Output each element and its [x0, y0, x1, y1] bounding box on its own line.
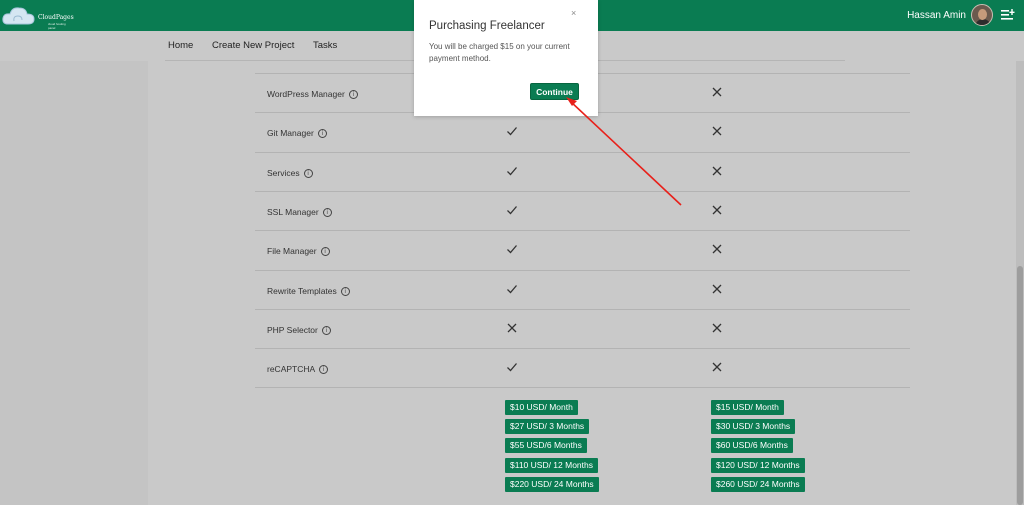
- modal-title: Purchasing Freelancer: [429, 20, 545, 32]
- avatar-face: [978, 9, 987, 20]
- feature-label: WordPress Manager: [267, 89, 345, 99]
- check-icon: [506, 283, 518, 295]
- check-icon: [506, 165, 518, 177]
- left-panel: [0, 61, 148, 505]
- nav-tasks[interactable]: Tasks: [313, 40, 337, 51]
- check-icon: [506, 243, 518, 255]
- feature-name: Git Manager i: [267, 128, 327, 139]
- plan2-price-button[interactable]: $120 USD/ 12 Months: [711, 457, 805, 473]
- check-icon: [506, 125, 518, 137]
- plan1-price-button[interactable]: $110 USD/ 12 Months: [505, 457, 598, 473]
- table-row-divider: [255, 387, 910, 389]
- feature-name: Services i: [267, 168, 313, 178]
- table-row: SSL Manager i: [255, 190, 910, 230]
- feature-label: File Manager: [267, 246, 317, 257]
- feature-name: SSL Manager i: [267, 207, 332, 217]
- logo[interactable]: CloudPages cloud hosting panel: [2, 4, 74, 30]
- table-row: PHP Selector i: [255, 308, 910, 348]
- nav-create-project[interactable]: Create New Project: [212, 40, 294, 51]
- cross-icon: [711, 86, 723, 98]
- nav-home[interactable]: Home: [168, 40, 193, 51]
- avatar[interactable]: [971, 4, 993, 26]
- info-icon[interactable]: i: [321, 325, 331, 335]
- main-content: WordPress Manager i Git Manager i Services i S…: [148, 61, 1016, 505]
- plan1-price-button[interactable]: $55 USD/6 Months: [505, 438, 587, 454]
- info-icon[interactable]: i: [317, 129, 327, 139]
- feature-label: reCAPTCHA: [267, 364, 316, 375]
- plan2-price-button[interactable]: $60 USD/6 Months: [711, 438, 793, 454]
- plan2-price-button[interactable]: $30 USD/ 3 Months: [711, 419, 796, 435]
- plan1-price-button[interactable]: $27 USD/ 3 Months: [505, 419, 590, 435]
- cloud-icon: [2, 7, 35, 25]
- feature-name: Rewrite Templates i: [267, 286, 350, 296]
- cross-icon: [711, 125, 723, 137]
- close-icon[interactable]: ×: [571, 8, 576, 18]
- logo-text: CloudPages: [38, 14, 74, 21]
- cross-icon: [711, 361, 723, 373]
- purchase-modal: Purchasing Freelancer × You will be char…: [414, 0, 598, 116]
- modal-body: You will be charged $15 on your current …: [429, 42, 570, 63]
- feature-name: PHP Selector i: [267, 325, 331, 335]
- continue-button[interactable]: Continue: [530, 83, 579, 100]
- table-row: File Manager i: [255, 230, 910, 269]
- info-icon[interactable]: i: [319, 365, 329, 375]
- cross-icon: [711, 165, 723, 177]
- feature-label: Services: [267, 167, 300, 178]
- info-icon[interactable]: i: [348, 90, 358, 99]
- cross-icon: [711, 322, 723, 334]
- avatar-body: [975, 19, 991, 25]
- feature-label: SSL Manager: [267, 206, 319, 217]
- cross-icon: [711, 283, 723, 295]
- feature-label: Git Manager: [267, 128, 314, 139]
- check-icon: [506, 361, 518, 373]
- info-icon[interactable]: i: [303, 168, 313, 178]
- info-icon[interactable]: i: [322, 207, 332, 217]
- menu-icon[interactable]: [1001, 9, 1015, 21]
- plan2-price-button[interactable]: $15 USD/ Month: [711, 400, 784, 415]
- feature-label: PHP Selector: [267, 324, 318, 335]
- plan2-price-button[interactable]: $260 USD/ 24 Months: [711, 476, 805, 492]
- scrollbar-thumb[interactable]: [1017, 266, 1023, 505]
- table-row: Rewrite Templates i: [255, 269, 910, 309]
- info-icon[interactable]: i: [320, 247, 330, 257]
- feature-label: Rewrite Templates: [267, 285, 337, 296]
- table-row: Services i: [255, 151, 910, 191]
- check-icon: [506, 204, 518, 216]
- info-icon[interactable]: i: [340, 286, 350, 296]
- plan1-price-button[interactable]: $10 USD/ Month: [505, 400, 578, 415]
- feature-name: WordPress Manager i: [267, 89, 358, 99]
- table-row: Git Manager i: [255, 112, 910, 151]
- cross-icon: [711, 204, 723, 216]
- user-name[interactable]: Hassan Amin: [907, 10, 966, 21]
- table-row: reCAPTCHA i: [255, 348, 910, 387]
- plan1-price-button[interactable]: $220 USD/ 24 Months: [505, 476, 599, 492]
- feature-name: File Manager i: [267, 246, 330, 257]
- scrollbar[interactable]: [1016, 61, 1024, 505]
- cross-icon: [506, 322, 518, 334]
- cross-icon: [711, 243, 723, 255]
- feature-name: reCAPTCHA i: [267, 364, 329, 375]
- logo-subtext: cloud hosting panel: [48, 22, 66, 30]
